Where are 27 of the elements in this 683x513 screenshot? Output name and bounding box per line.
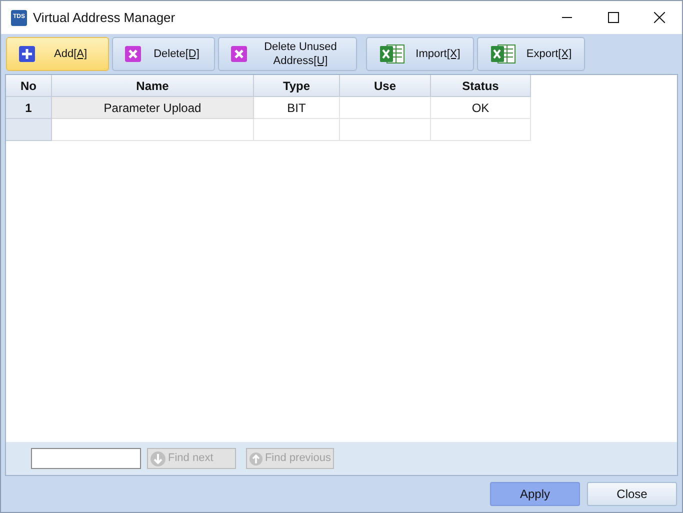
table-cell: BIT: [254, 97, 340, 119]
up-arrow-icon: [249, 450, 263, 466]
toolbar-button[interactable]: Add[A]: [6, 37, 109, 71]
column-header[interactable]: Name: [52, 75, 254, 97]
maximize-icon[interactable]: [608, 12, 618, 23]
table-cell: OK: [431, 97, 531, 119]
table-cell: Parameter Upload: [52, 97, 254, 119]
close-button[interactable]: Close: [587, 482, 677, 506]
spreadsheet-icon: [379, 43, 405, 65]
close-icon[interactable]: [654, 12, 664, 23]
delete-icon: [125, 46, 141, 62]
toolbar-button[interactable]: Delete Unused Address[U]: [218, 37, 357, 71]
row-header: 1: [6, 97, 52, 119]
delete-icon: [231, 46, 247, 62]
toolbar-button[interactable]: Export[X]: [477, 37, 585, 71]
search-field[interactable]: [31, 448, 141, 469]
spreadsheet-icon: [490, 43, 516, 65]
plus-icon: [19, 46, 35, 62]
column-header[interactable]: Use: [340, 75, 431, 97]
toolbar-button[interactable]: Import[X]: [366, 37, 474, 71]
apply-button[interactable]: Apply: [490, 482, 580, 506]
column-header[interactable]: Status: [431, 75, 531, 97]
row-header: [6, 119, 52, 141]
window-title: Virtual Address Manager: [33, 8, 176, 27]
column-header[interactable]: No: [6, 75, 52, 97]
toolbar-button[interactable]: Delete[D]: [112, 37, 215, 71]
column-header[interactable]: Type: [254, 75, 340, 97]
